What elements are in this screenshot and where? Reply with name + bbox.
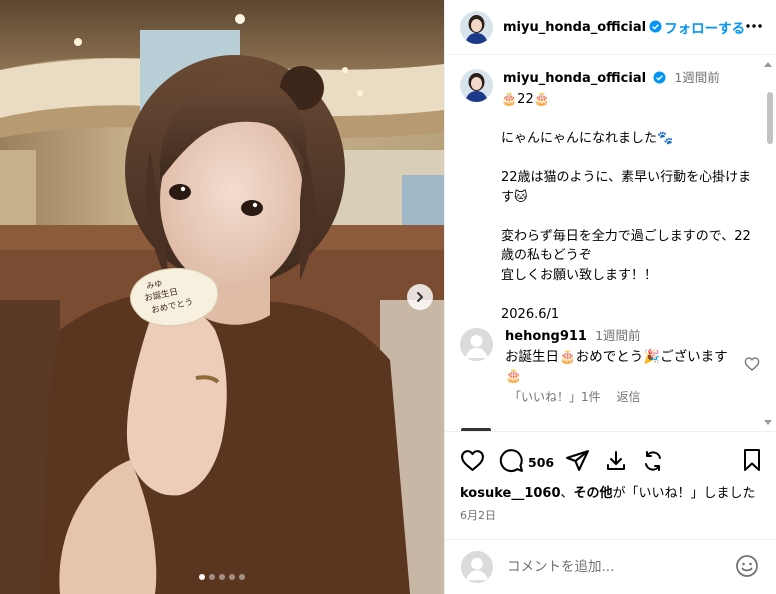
post-date[interactable]: 6月2日 [460, 507, 496, 523]
follow-button[interactable]: フォローする [664, 17, 745, 37]
carousel-dots [0, 574, 444, 580]
share-paper-plane-icon[interactable] [565, 448, 590, 477]
comments-scroll-area[interactable]: miyu_honda_official 1週間前 🎂22🎂 にゃんにゃんになれま… [445, 56, 776, 431]
comment-text: お誕生日🎂おめでとう🎉ございます🎂 [505, 349, 728, 384]
comment-count[interactable]: 506 [528, 455, 554, 470]
chevron-right-icon [417, 292, 423, 302]
post-header: miyu_honda_official フォローする [445, 0, 776, 55]
caption-body: にゃんにゃんになれました🐾 22歳は猫のように、素早い行動を心掛けます🐱 変わら… [501, 131, 752, 322]
commenter-avatar[interactable] [460, 328, 493, 361]
download-icon[interactable] [604, 449, 628, 477]
carousel-next-button[interactable] [407, 284, 433, 310]
liked-by-separator: 、 [560, 486, 574, 501]
comment-bubble-icon[interactable] [499, 448, 524, 477]
ellipsis-icon[interactable] [745, 17, 763, 39]
default-avatar-icon [460, 328, 493, 361]
post-actions-bar: 506 kosuke__1060、その他が「いいね！」しました 6月2日 [445, 431, 776, 539]
scrollbar-thumb[interactable] [767, 92, 773, 144]
comment-time[interactable]: 1週間前 [595, 328, 640, 343]
caption-username[interactable]: miyu_honda_official [503, 71, 646, 86]
caption-time[interactable]: 1週間前 [674, 70, 719, 85]
comment-actions: 「いいね！」1件 返信 [509, 388, 652, 405]
caption-avatar[interactable] [460, 69, 493, 102]
emoji-picker-icon[interactable] [735, 554, 759, 582]
comment-reply-link[interactable]: 返信 [616, 390, 640, 404]
add-comment-input[interactable] [507, 559, 707, 575]
default-avatar-icon [461, 551, 493, 583]
comment-likes-link[interactable]: 「いいね！」1件 [509, 390, 601, 404]
photo-scene: みゆ お誕生日 おめでとう [0, 0, 444, 594]
liked-by-tail: が「いいね！」しました [612, 486, 756, 501]
comment-like-icon[interactable] [744, 356, 760, 376]
carousel-dot[interactable] [209, 574, 215, 580]
author-username[interactable]: miyu_honda_official [503, 20, 646, 35]
liked-by-others-link[interactable]: その他 [574, 486, 613, 501]
carousel-dot[interactable] [229, 574, 235, 580]
author-avatar-image [460, 10, 493, 44]
repost-icon[interactable] [641, 449, 665, 477]
caption-prefix: 🎂22🎂 [501, 92, 550, 107]
post-photo[interactable]: みゆ お誕生日 おめでとう [0, 0, 444, 594]
heart-icon[interactable] [460, 448, 485, 477]
author-avatar[interactable] [460, 10, 493, 44]
caption-avatar-image [460, 69, 493, 102]
scrollbar-up-arrow[interactable] [764, 62, 772, 67]
verified-badge-icon [653, 71, 666, 90]
carousel-dot[interactable] [199, 574, 205, 580]
bookmark-icon[interactable] [741, 448, 763, 476]
carousel-dot[interactable] [239, 574, 245, 580]
post-side-panel: miyu_honda_official フォローする miyu_honda_of… [444, 0, 776, 594]
viewer-avatar [461, 551, 493, 583]
liked-by-username[interactable]: kosuke__1060 [460, 486, 561, 501]
carousel-dot[interactable] [219, 574, 225, 580]
commenter-username[interactable]: hehong911 [505, 329, 587, 344]
add-comment-bar [445, 539, 776, 594]
caption-text: 🎂22🎂 にゃんにゃんになれました🐾 22歳は猫のように、素早い行動を心掛けます… [501, 90, 757, 324]
scrollbar-down-arrow[interactable] [764, 420, 772, 425]
liked-by-summary: kosuke__1060、その他が「いいね！」しました [460, 482, 756, 501]
verified-badge-icon [649, 18, 662, 37]
